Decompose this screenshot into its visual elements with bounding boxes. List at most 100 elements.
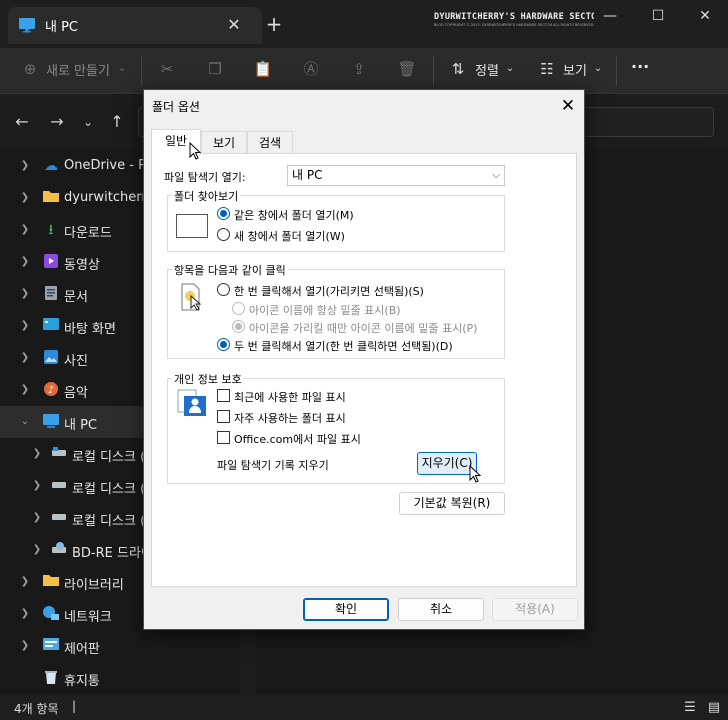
command-bar: ⊕ 새로 만들기 ⌄ ✂ ❐ 📋 Ⓐ ⇪ 🗑 ⇅ 정렬 ⌄ ☷ 보기 ⌄ ··· (0, 48, 728, 94)
tiles-view-icon[interactable]: ▤ (706, 699, 722, 715)
open-explorer-value: 내 PC (292, 168, 323, 182)
recent-locations-chevron-icon[interactable]: ⌄ (76, 110, 100, 134)
single-click-icon (180, 282, 202, 312)
chevron-right-icon[interactable]: ❯ (18, 190, 32, 206)
maximize-button[interactable]: ☐ (643, 4, 673, 28)
sidebar-item-label: 네트워크 (64, 610, 112, 625)
network-icon (42, 605, 60, 623)
underline-hover-radio[interactable] (232, 320, 245, 333)
folder-window-icon (176, 214, 208, 238)
browse-same-window-label: 같은 창에서 폴더 열기(M) (234, 209, 354, 222)
cancel-button[interactable]: 취소 (398, 598, 484, 621)
mouse-pointer-icon (189, 141, 202, 160)
chevron-right-icon[interactable]: ❯ (30, 478, 44, 494)
chevron-down-icon[interactable]: ⌄ (18, 414, 32, 430)
cloud-icon: ☁ (44, 158, 58, 174)
up-arrow-icon[interactable]: ↑ (105, 110, 129, 134)
delete-icon[interactable]: 🗑 (397, 59, 417, 79)
sidebar-item-label: 로컬 디스크 ( (72, 482, 146, 497)
forward-arrow-icon[interactable]: → (45, 110, 69, 134)
chevron-right-icon[interactable]: ❯ (18, 254, 32, 270)
share-icon[interactable]: ⇪ (349, 59, 369, 79)
title-bar: 내 PC ✕ + DYURWITCHERRY'S HARDWARE SECTOR… (0, 0, 728, 48)
double-click-label: 두 번 클릭해서 열기(한 번 클릭하면 선택됨)(D) (234, 340, 453, 353)
chevron-right-icon[interactable]: ❯ (30, 446, 44, 462)
sidebar-item-label: 다운로드 (64, 226, 112, 241)
clear-history-label: 파일 탐색기 기록 지우기 (217, 459, 329, 472)
double-click-radio[interactable] (217, 338, 230, 351)
chevron-right-icon[interactable]: ❯ (18, 222, 32, 238)
view-button[interactable]: 보기 (563, 60, 587, 79)
monitor-icon (42, 413, 60, 431)
toolbar-divider (141, 56, 142, 86)
browse-new-window-radio[interactable] (217, 228, 230, 241)
back-arrow-icon[interactable]: ← (10, 110, 34, 134)
sidebar-item-label: 라이브러리 (64, 578, 124, 593)
sidebar-item-label: BD-RE 드라이 (72, 546, 153, 561)
optical-drive-icon (50, 541, 68, 559)
open-explorer-label: 파일 탐색기 열기: (164, 171, 246, 184)
chevron-right-icon[interactable]: ❯ (18, 382, 32, 398)
chevron-right-icon[interactable]: ❯ (18, 318, 32, 334)
paste-icon[interactable]: 📋 (253, 59, 273, 79)
copy-icon[interactable]: ❐ (205, 59, 225, 79)
library-folder-icon (42, 573, 60, 591)
window-close-button[interactable]: ✕ (690, 4, 720, 28)
restore-defaults-button[interactable]: 기본값 복원(R) (399, 492, 505, 515)
sidebar-item-label: 사진 (64, 354, 88, 369)
clear-history-button[interactable]: 지우기(C) (417, 452, 477, 475)
chevron-right-icon[interactable]: ❯ (18, 158, 32, 174)
sidebar-item-label: 바탕 화면 (64, 322, 116, 337)
dialog-close-button[interactable]: ✕ (554, 94, 582, 118)
browse-same-window-radio[interactable] (217, 207, 230, 220)
toolbar-divider (433, 56, 434, 86)
folder-options-dialog: 폴더 옵션 ✕ 일반 보기 검색 파일 탐색기 열기: 내 PC ⌵ 폴더 찾아… (143, 89, 585, 630)
desktop-icon (42, 317, 60, 335)
apply-button[interactable]: 적용(A) (492, 598, 578, 621)
mouse-pointer-icon (469, 464, 482, 483)
document-icon (42, 285, 60, 303)
watermark: DYURWITCHERRY'S HARDWARE SECTOR BLOG COP… (434, 12, 594, 30)
recent-files-checkbox[interactable] (217, 389, 230, 402)
open-explorer-dropdown[interactable]: 내 PC ⌵ (287, 165, 505, 186)
view-icon: ☷ (540, 60, 554, 78)
tab-search[interactable]: 검색 (247, 131, 293, 155)
frequent-folders-checkbox[interactable] (217, 410, 230, 423)
details-view-icon[interactable]: ☰ (682, 699, 698, 715)
single-click-radio[interactable] (217, 283, 230, 296)
drive-icon (50, 445, 68, 463)
chevron-right-icon[interactable]: ❯ (18, 638, 32, 654)
drive-icon (50, 477, 68, 495)
underline-always-label: 아이콘 이름에 항상 밑줄 표시(B) (249, 304, 401, 317)
chevron-right-icon[interactable]: ❯ (18, 574, 32, 590)
new-button[interactable]: 새로 만들기 (46, 60, 110, 79)
office-files-checkbox[interactable] (217, 431, 230, 444)
minimize-button[interactable]: — (595, 4, 625, 28)
sidebar-item-recycle-bin[interactable]: 휴지통 (0, 662, 240, 694)
chevron-right-icon[interactable]: ❯ (30, 510, 44, 526)
tab-close-button[interactable]: ✕ (222, 13, 246, 37)
sidebar-item-label: 문서 (64, 290, 88, 305)
tab-view[interactable]: 보기 (201, 131, 247, 155)
sidebar-item-label: 휴지통 (64, 674, 100, 689)
chevron-right-icon[interactable]: ❯ (18, 350, 32, 366)
sidebar-item-control-panel[interactable]: ❯ 제어판 (0, 630, 240, 662)
chevron-right-icon[interactable]: ❯ (30, 542, 44, 558)
watermark-title: DYURWITCHERRY'S HARDWARE SECTOR (434, 12, 594, 22)
video-icon (42, 253, 60, 271)
new-tab-button[interactable]: + (262, 12, 286, 36)
ok-button[interactable]: 확인 (303, 598, 389, 621)
rename-icon[interactable]: Ⓐ (301, 59, 321, 79)
click-items-title: 항목을 다음과 같이 클릭 (172, 262, 288, 278)
sidebar-item-label: 음악 (64, 386, 88, 401)
cut-icon[interactable]: ✂ (157, 59, 177, 79)
sort-button[interactable]: 정렬 (475, 60, 499, 79)
watermark-subtitle: BLOG COPYRIGHT © 2015. DYURWITCHERRY'S H… (434, 23, 594, 27)
browse-folders-title: 폴더 찾아보기 (172, 188, 241, 204)
privacy-user-icon (176, 386, 208, 418)
tab-this-pc[interactable]: 내 PC ✕ (8, 7, 262, 44)
chevron-right-icon[interactable]: ❯ (18, 606, 32, 622)
more-options-button[interactable]: ··· (631, 57, 649, 76)
chevron-right-icon[interactable]: ❯ (18, 286, 32, 302)
underline-always-radio[interactable] (232, 302, 245, 315)
